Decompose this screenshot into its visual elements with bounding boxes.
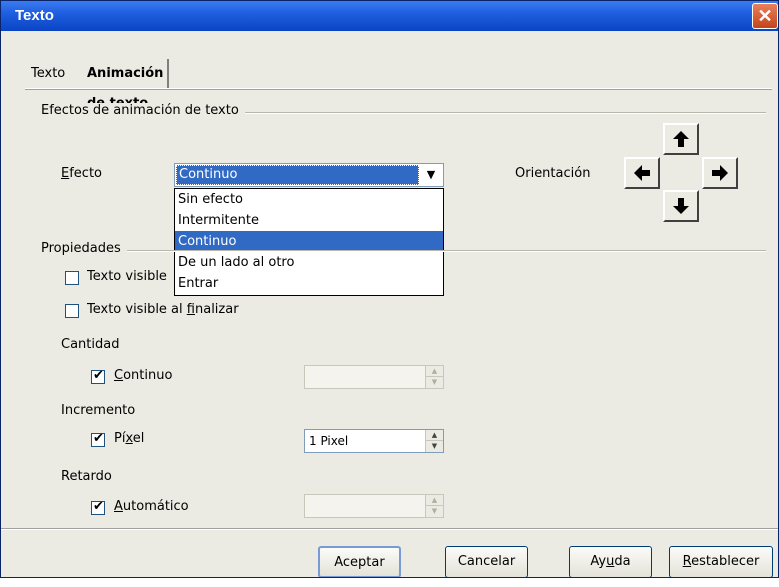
effect-selected-value: Continuo — [176, 165, 419, 185]
tab-animacion-de-texto[interactable]: Animación de texto — [83, 59, 170, 111]
pixel-label: Píxel — [114, 431, 145, 446]
incremento-spin-buttons: ▲ ▼ — [425, 430, 443, 452]
incremento-value: 1 Pixel — [309, 434, 349, 448]
orientation-right-button[interactable] — [702, 157, 738, 189]
tab-panel-divider — [25, 88, 772, 90]
dropdown-option-continuo[interactable]: Continuo — [175, 231, 443, 252]
help-button[interactable]: Ayuda — [569, 546, 652, 577]
checkbox-continuo[interactable]: ✔ — [91, 368, 105, 384]
arrow-right-icon — [712, 165, 728, 181]
dropdown-option-intermitente[interactable]: Intermitente — [175, 210, 443, 231]
effect-label: Efecto — [61, 166, 102, 181]
effect-dropdown-list: Sin efecto Intermitente Continuo De un l… — [174, 188, 444, 296]
retardo-spin-field[interactable]: ▲ ▼ — [304, 494, 444, 518]
cantidad-spin-buttons: ▲ ▼ — [425, 366, 443, 388]
chevron-down-icon[interactable]: ▼ — [420, 165, 442, 185]
retardo-label: Retardo — [61, 469, 112, 484]
spin-down-icon[interactable]: ▼ — [426, 441, 443, 452]
checkmark-icon: ✔ — [93, 368, 104, 383]
checkbox-texto-visible-finalizar[interactable] — [65, 304, 79, 318]
checkmark-icon: ✔ — [93, 499, 104, 514]
tab-texto[interactable]: Texto — [31, 59, 65, 89]
arrow-left-icon — [634, 165, 650, 181]
orientation-left-button[interactable] — [624, 157, 660, 189]
checkbox-pixel[interactable]: ✔ — [91, 431, 105, 447]
cancel-button[interactable]: Cancelar — [445, 546, 528, 577]
checkbox-texto-visible-inicio[interactable] — [65, 271, 79, 285]
orientation-label: Orientación — [515, 166, 591, 181]
texto-visible-inicio-label: Texto visible — [87, 269, 167, 284]
automatico-label: Automático — [114, 499, 189, 514]
texto-visible-finalizar-label: Texto visible al finalizar — [87, 302, 239, 317]
texto-dialog: Texto ✕ Texto Animación de texto Efectos… — [0, 0, 779, 578]
reset-button[interactable]: Restablecer — [669, 546, 773, 577]
dropdown-option-de-un-lado-al-otro[interactable]: De un lado al otro — [175, 252, 443, 273]
checkbox-automatico[interactable]: ✔ — [91, 499, 105, 515]
close-icon[interactable]: ✕ — [752, 3, 778, 29]
spin-up-icon[interactable]: ▲ — [426, 495, 443, 506]
section-title-effects: Efectos de animación de texto — [41, 103, 245, 118]
cantidad-spin-field[interactable]: ▲ ▼ — [304, 365, 444, 389]
incremento-spin-field[interactable]: 1 Pixel ▲ ▼ — [304, 429, 444, 453]
arrow-up-icon — [673, 131, 689, 147]
orientation-up-button[interactable] — [663, 123, 699, 155]
accept-button[interactable]: Aceptar — [318, 546, 401, 577]
title-bar[interactable]: Texto ✕ — [1, 1, 778, 31]
spin-down-icon[interactable]: ▼ — [426, 377, 443, 388]
orientation-down-button[interactable] — [663, 190, 699, 222]
arrow-down-icon — [673, 198, 689, 214]
spin-up-icon[interactable]: ▲ — [426, 366, 443, 377]
retardo-spin-buttons: ▲ ▼ — [425, 495, 443, 517]
footer-divider — [1, 528, 778, 530]
spin-up-icon[interactable]: ▲ — [426, 430, 443, 441]
incremento-label: Incremento — [61, 403, 136, 418]
spin-down-icon[interactable]: ▼ — [426, 506, 443, 517]
continuo-label: Continuo — [114, 368, 173, 383]
section-rule-properties — [41, 250, 766, 252]
checkmark-icon: ✔ — [93, 431, 104, 446]
dropdown-option-sin-efecto[interactable]: Sin efecto — [175, 189, 443, 210]
dropdown-option-entrar[interactable]: Entrar — [175, 273, 443, 294]
cantidad-label: Cantidad — [61, 337, 120, 352]
section-title-properties: Propiedades — [41, 241, 127, 256]
effect-combobox[interactable]: Continuo ▼ — [174, 163, 444, 187]
window-title: Texto — [15, 7, 54, 24]
